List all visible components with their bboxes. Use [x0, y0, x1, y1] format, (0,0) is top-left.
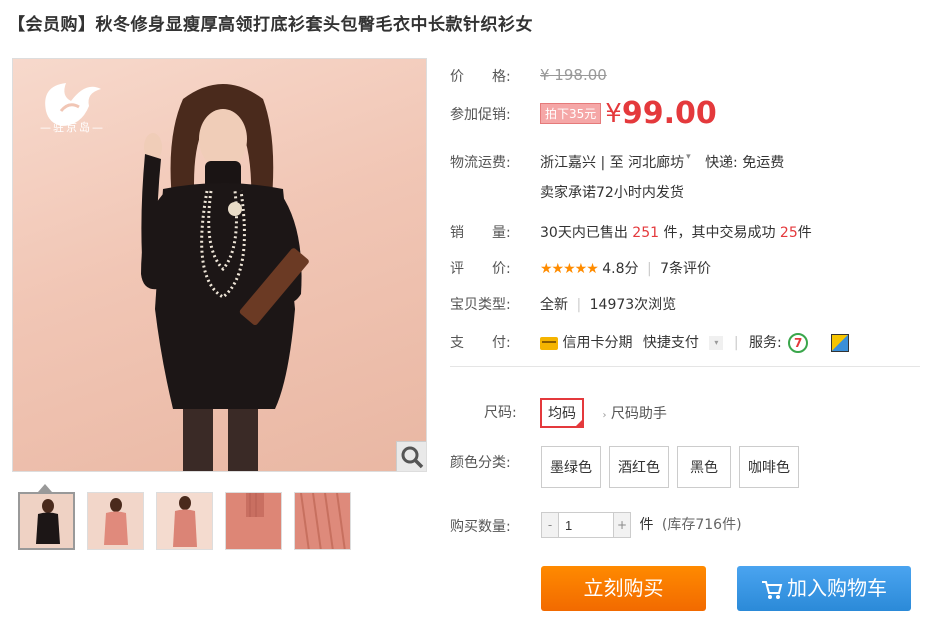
size-helper-link[interactable]: › 尺码助手 — [602, 406, 666, 422]
product-title: 【会员购】秋冬修身显瘦厚高领打底衫套头包臀毛衣中长款针织衫女 — [8, 15, 533, 35]
quantity-plus-button[interactable]: + — [614, 513, 630, 537]
quantity-input[interactable] — [558, 513, 614, 537]
original-price: ¥ 198.00 — [540, 66, 607, 84]
brand-logo-text: —驻京岛— — [40, 121, 105, 134]
size-helper-text: 尺码助手 — [610, 406, 667, 422]
rating-score: 4.8分 — [602, 261, 639, 277]
thumbnail-4[interactable] — [225, 492, 282, 550]
sales-label: 销 量: — [450, 225, 511, 241]
buy-now-button[interactable]: 立刻购买 — [541, 566, 706, 611]
chevron-down-icon: ▾ — [686, 152, 691, 162]
thumbnail-2[interactable] — [87, 492, 144, 550]
guarantee-icon[interactable] — [830, 334, 849, 352]
color-label: 颜色分类: — [450, 455, 511, 471]
promo-label: 参加促销: — [450, 107, 511, 123]
add-cart-label: 加入购物车 — [787, 576, 887, 600]
credit-card-icon — [540, 336, 558, 350]
ship-to-dropdown[interactable]: 河北廊坊 ▾ — [628, 152, 691, 171]
ship-promise: 卖家承诺72小时内发货 — [540, 185, 684, 201]
sold-count: 251 — [632, 225, 660, 241]
product-main-image[interactable]: —驻京岛— — [12, 58, 427, 472]
seven-day-return-icon[interactable]: 7 — [788, 333, 809, 353]
condition-type: 全新 — [540, 297, 568, 313]
add-to-cart-button[interactable]: 加入购物车 — [737, 566, 911, 611]
rating-label: 评 价: — [450, 261, 511, 277]
ship-from: 浙江嘉兴 | 至 — [540, 155, 624, 171]
promo-tag: 拍下35元 — [540, 103, 602, 124]
thumbnail-pointer — [38, 484, 52, 492]
separator: | — [576, 297, 582, 313]
express-fee: 快递: 免运费 — [705, 155, 785, 171]
magnifier-icon[interactable] — [396, 441, 426, 471]
thumbnail-1[interactable] — [18, 492, 75, 550]
stock-count: (库存716件) — [661, 517, 742, 533]
ship-to: 河北廊坊 — [628, 155, 685, 171]
promo-price: 99.00 — [621, 96, 717, 131]
currency-symbol: ¥ — [605, 98, 622, 129]
chevron-right-icon: › — [602, 410, 607, 421]
view-count: 14973次浏览 — [589, 297, 677, 313]
chevron-down-icon[interactable]: ▾ — [709, 336, 724, 350]
quantity-minus-button[interactable]: - — [542, 513, 558, 537]
separator: | — [733, 335, 739, 351]
cart-icon — [762, 580, 783, 599]
condition-label: 宝贝类型: — [450, 297, 511, 313]
color-option-darkgreen[interactable]: 墨绿色 — [541, 446, 601, 488]
rating-count[interactable]: 7条评价 — [660, 261, 711, 277]
sales-suffix: 件 — [797, 225, 812, 241]
sales-prefix: 30天内已售出 — [540, 225, 628, 241]
color-option-black[interactable]: 黑色 — [677, 446, 731, 488]
payment-label: 支 付: — [450, 335, 511, 351]
thumbnail-strip — [18, 492, 351, 550]
thumbnail-3[interactable] — [156, 492, 213, 550]
quantity-stepper: - + — [541, 512, 631, 538]
quantity-label: 购买数量: — [450, 519, 511, 535]
price-label: 价 格: — [450, 69, 511, 85]
service-label: 服务: — [748, 335, 782, 351]
color-option-coffee[interactable]: 咖啡色 — [739, 446, 799, 488]
quick-pay: 快捷支付 — [642, 335, 699, 351]
quantity-unit: 件 — [639, 517, 654, 533]
thumbnail-5[interactable] — [294, 492, 351, 550]
divider — [450, 366, 920, 367]
sales-mid: 件，其中交易成功 — [663, 225, 776, 241]
size-option-onesize[interactable]: 均码 — [540, 398, 584, 428]
credit-installment: 信用卡分期 — [562, 335, 633, 351]
separator: | — [646, 261, 652, 277]
shipping-label: 物流运费: — [450, 155, 511, 171]
success-count: 25 — [779, 225, 798, 241]
color-option-winered[interactable]: 酒红色 — [609, 446, 669, 488]
rating-stars: ★★★★★ — [540, 261, 599, 277]
